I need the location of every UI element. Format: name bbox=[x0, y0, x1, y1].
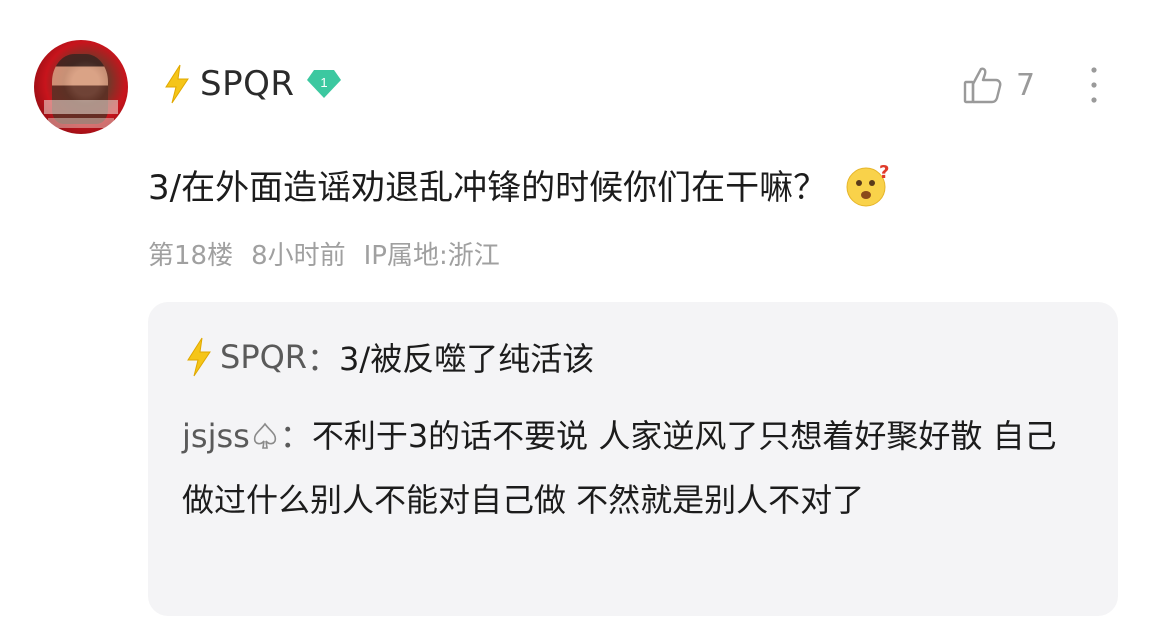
more-icon[interactable] bbox=[1084, 64, 1104, 106]
reply-separator: ： bbox=[279, 417, 312, 455]
reply-separator: ： bbox=[307, 340, 340, 378]
confused-emoji-icon: ? bbox=[846, 162, 890, 206]
timestamp: 8小时前 bbox=[251, 241, 346, 271]
reply-author[interactable]: jsjss bbox=[182, 417, 250, 455]
ip-location: IP属地:浙江 bbox=[363, 241, 500, 271]
like-count: 7 bbox=[1016, 67, 1036, 103]
user-header: SPQR 1 bbox=[160, 62, 342, 106]
floor-number: 第18楼 bbox=[148, 241, 234, 271]
svg-text:?: ? bbox=[879, 162, 889, 183]
comment-text: 3/在外面造谣劝退乱冲锋的时候你们在干嘛？ bbox=[148, 168, 828, 208]
reply-text: 不利于3的话不要说 人家逆风了只想着好聚好散 自己做过什么别人不能对自己做 不然… bbox=[182, 417, 1057, 519]
comment-meta: 第18楼 8小时前 IP属地:浙江 bbox=[148, 235, 500, 272]
avatar[interactable] bbox=[34, 40, 128, 134]
bolt-icon bbox=[187, 337, 211, 377]
comment-body[interactable]: 3/在外面造谣劝退乱冲锋的时候你们在干嘛？ ? bbox=[148, 160, 891, 209]
bolt-icon bbox=[165, 64, 189, 104]
username[interactable]: SPQR bbox=[200, 64, 294, 104]
replies-container[interactable]: SPQR ： 3/被反噬了纯活该 jsjss ：不利于3的话不要说 人家逆风了只想… bbox=[148, 302, 1118, 616]
reply-item[interactable]: SPQR ： 3/被反噬了纯活该 bbox=[182, 334, 594, 380]
spade-icon bbox=[253, 422, 276, 449]
like-button[interactable]: 7 bbox=[962, 64, 1035, 106]
thumb-up-icon bbox=[963, 67, 1002, 104]
level-badge-icon: 1 bbox=[307, 70, 342, 98]
reply-text: 3/被反噬了纯活该 bbox=[339, 340, 595, 378]
reply-author[interactable]: SPQR bbox=[220, 338, 307, 376]
level-number: 1 bbox=[321, 75, 328, 90]
reply-item[interactable]: jsjss ：不利于3的话不要说 人家逆风了只想着好聚好散 自己做过什么别人不能对… bbox=[182, 404, 1082, 532]
